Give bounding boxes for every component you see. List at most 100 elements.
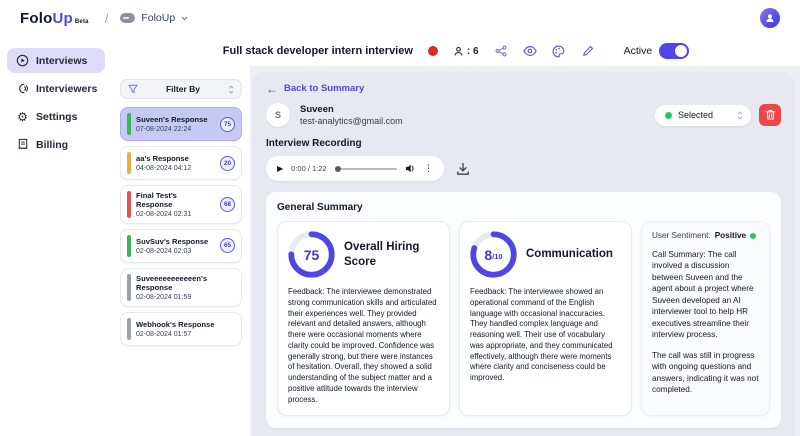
palette-icon[interactable] [552,44,566,58]
filter-label: Filter By [138,84,228,94]
player-time: 0:00 / 1:22 [291,164,326,173]
interview-toolbar: Full stack developer intern interview : … [112,36,800,66]
filter-by-select[interactable]: Filter By [120,79,242,99]
org-logo [120,13,135,23]
status-bar [127,274,131,301]
play-button[interactable]: ▶ [277,164,283,173]
audio-player: ▶ 0:00 / 1:22 ⋮ [266,156,444,181]
back-label: Back to Summary [284,83,364,94]
download-icon[interactable] [456,162,470,176]
response-date: 04-08-2024 04:12 [136,165,215,172]
call-summary-card: User Sentiment: Positive Call Summary: T… [641,221,770,416]
volume-icon[interactable] [405,163,416,174]
delete-response-button[interactable] [759,104,781,126]
sidebar-item-interviews[interactable]: Interviews [7,48,105,73]
candidate-status-select[interactable]: Selected [655,105,751,126]
logo-text-part1: Folo [20,10,52,27]
response-list-item[interactable]: Suveen's Response 07-08-2024 22:24 75 [120,107,242,141]
select-chevrons-icon [737,111,743,120]
seek-bar[interactable] [335,168,397,170]
response-list-item[interactable]: Webhook's Response 02-08-2024 01:57 [120,312,242,346]
logo[interactable]: FoloUp Beta [20,10,89,27]
sidebar-item-label: Interviews [36,55,87,67]
edit-pencil-icon[interactable] [581,44,595,58]
score-value: 75 [288,231,335,278]
share-icon[interactable] [494,44,508,58]
score-badge: 20 [220,156,235,171]
org-name: FoloUp [141,12,175,24]
interview-title: Full stack developer intern interview [223,45,413,57]
sidebar-item-interviewers[interactable]: Interviewers [7,76,105,101]
sentiment-value: Positive [715,231,746,240]
gear-icon: ⚙ [16,110,29,123]
sentiment-label: User Sentiment: [652,231,711,240]
sidebar: Interviews Interviewers ⚙ Settings Billi… [0,36,112,436]
record-dot [428,46,438,56]
status-bar [127,235,131,257]
response-list-item[interactable]: aa's Response 04-08-2024 04:12 20 [120,146,242,180]
score-badge: 68 [220,197,235,212]
response-name: aa's Response [136,154,215,163]
user-avatar[interactable] [760,8,780,28]
score-feedback: Feedback: The interviewee demonstrated s… [288,287,439,405]
score-ring: 75 [288,231,335,278]
response-detail-panel: ← Back to Summary S Suveen test-analytic… [252,72,795,436]
play-circle-icon [16,54,29,67]
call-summary-paragraph: Call Summary: The call involved a discus… [652,249,759,341]
score-value: 8/10 [470,231,517,278]
sentiment-dot [750,233,756,239]
status-bar [127,318,131,340]
score-card-label: Communication [526,247,613,261]
general-summary-title: General Summary [277,202,770,213]
preview-eye-icon[interactable] [523,44,537,58]
response-name: Webhook's Response [136,320,235,329]
overall-hiring-score-card: 75 Overall Hiring Score Feedback: The in… [277,221,450,416]
person-icon [764,12,776,24]
sidebar-item-settings[interactable]: ⚙ Settings [7,104,105,129]
active-toggle[interactable] [659,43,689,59]
logo-text-part2: Up [52,10,72,27]
person-icon [453,46,464,57]
response-date: 02-08-2024 02:03 [136,248,215,255]
general-summary-card: General Summary 75 Overall Hiring Score [266,192,781,428]
trash-icon [765,109,776,121]
candidate-name: Suveen [300,104,403,115]
response-date: 02-08-2024 01:59 [136,294,235,301]
recording-title: Interview Recording [266,138,781,149]
response-date: 02-08-2024 01:57 [136,331,235,338]
sidebar-item-billing[interactable]: Billing [7,132,105,157]
score-card-label: Overall Hiring Score [344,240,439,269]
sidebar-item-label: Interviewers [36,83,97,95]
sidebar-item-label: Billing [36,139,68,151]
seek-handle[interactable] [335,166,341,172]
status-bar [127,113,131,135]
call-summary-paragraph: The call was still in progress with ongo… [652,350,759,396]
responses-panel: Filter By Suveen's Response 07-08-2024 2… [112,66,250,436]
beta-badge: Beta [75,19,89,25]
app-root: FoloUp Beta / FoloUp Interviews Intervi [0,0,800,436]
sidebar-item-label: Settings [36,111,77,123]
respondent-count: : 6 [453,46,479,57]
response-list-item[interactable]: SuvSuv's Response 02-08-2024 02:03 65 [120,229,242,263]
response-date: 07-08-2024 22:24 [136,126,215,133]
respondent-count-value: : 6 [467,46,479,57]
score-ring: 8/10 [470,231,517,278]
back-to-summary-link[interactable]: ← Back to Summary [266,83,781,94]
org-switcher[interactable]: FoloUp [120,12,188,24]
funnel-icon [128,84,138,94]
candidate-row: S Suveen test-analytics@gmail.com Select… [266,103,781,127]
receipt-icon [16,138,29,151]
score-badge: 75 [220,117,235,132]
response-name: Suveen's Response [136,115,215,124]
response-name: Suveeeeeeeeeeen's Response [136,274,235,293]
back-arrow-icon: ← [266,84,278,94]
communication-score-card: 8/10 Communication Feedback: The intervi… [459,221,632,416]
score-feedback: Feedback: The interviewee showed an oper… [470,287,621,384]
response-list-item[interactable]: Final Test's Response 02-08-2024 02:31 6… [120,185,242,224]
recording-player-row: ▶ 0:00 / 1:22 ⋮ [266,156,781,181]
toggle-knob [675,45,687,57]
score-badge: 65 [220,238,235,253]
response-list-item[interactable]: Suveeeeeeeeeeen's Response 02-08-2024 01… [120,268,242,307]
chevron-down-icon [181,16,188,21]
player-menu-icon[interactable]: ⋮ [424,164,433,174]
